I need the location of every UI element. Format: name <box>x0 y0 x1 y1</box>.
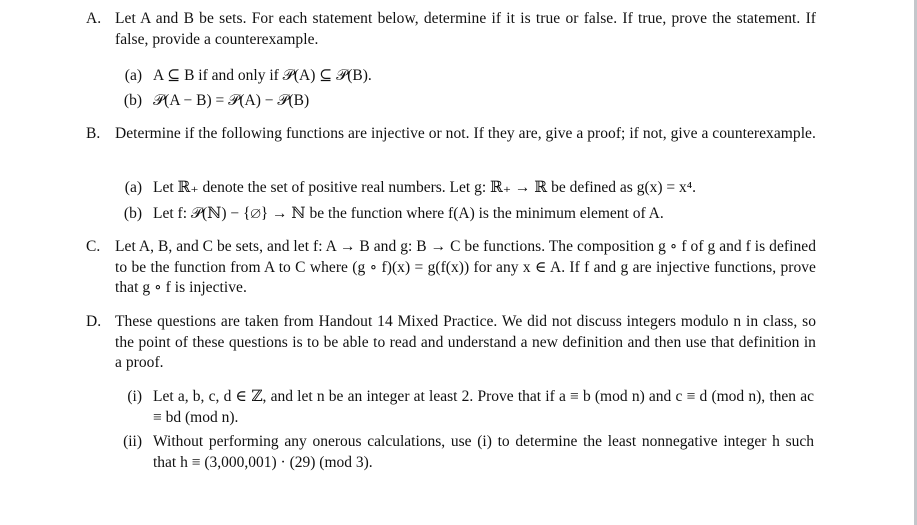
problem-label: C. <box>86 238 101 255</box>
part-text: A ⊆ B if and only if 𝒫(A) ⊆ 𝒫(B). <box>153 67 372 84</box>
problem-text: These questions are taken from Handout 1… <box>115 313 816 371</box>
problem-label: D. <box>86 313 102 330</box>
problem-a: A. Let A and B be sets. For each stateme… <box>86 9 816 50</box>
part-text: Without performing any onerous calculati… <box>153 433 814 471</box>
part-label: (b) <box>123 92 142 109</box>
problem-a-part-b: (b) 𝒫(A − B) = 𝒫(A) − 𝒫(B) <box>114 91 814 112</box>
part-label: (i) <box>127 388 142 405</box>
part-label: (a) <box>124 67 142 84</box>
part-label: (a) <box>124 179 142 196</box>
problem-c: C. Let A, B, and C be sets, and let f: A… <box>86 237 816 299</box>
problem-b-part-b: (b) Let f: 𝒫(ℕ) − {∅} → ℕ be the functio… <box>114 204 814 225</box>
problem-d: D. These questions are taken from Handou… <box>86 312 816 374</box>
problem-b-part-a: (a) Let ℝ₊ denote the set of positive re… <box>114 178 814 199</box>
problem-text: Determine if the following functions are… <box>115 125 816 142</box>
part-text: Let ℝ₊ denote the set of positive real n… <box>153 179 697 196</box>
part-text: Let f: 𝒫(ℕ) − {∅} → ℕ be the function wh… <box>153 205 664 222</box>
problem-label: A. <box>86 10 102 27</box>
part-label: (b) <box>123 205 142 222</box>
part-label: (ii) <box>123 433 142 450</box>
problem-text: Let A, B, and C be sets, and let f: A → … <box>115 238 816 296</box>
part-text: Let a, b, c, d ∈ ℤ, and let n be an inte… <box>153 388 814 426</box>
problem-a-part-a: (a) A ⊆ B if and only if 𝒫(A) ⊆ 𝒫(B). <box>114 66 814 87</box>
problem-b: B. Determine if the following functions … <box>86 124 816 145</box>
problem-text: Let A and B be sets. For each statement … <box>115 10 816 48</box>
problem-d-part-ii: (ii) Without performing any onerous calc… <box>114 432 814 473</box>
document-page: A. Let A and B be sets. For each stateme… <box>0 0 914 525</box>
problem-label: B. <box>86 125 101 142</box>
problem-d-part-i: (i) Let a, b, c, d ∈ ℤ, and let n be an … <box>114 387 814 428</box>
part-text: 𝒫(A − B) = 𝒫(A) − 𝒫(B) <box>153 92 310 109</box>
